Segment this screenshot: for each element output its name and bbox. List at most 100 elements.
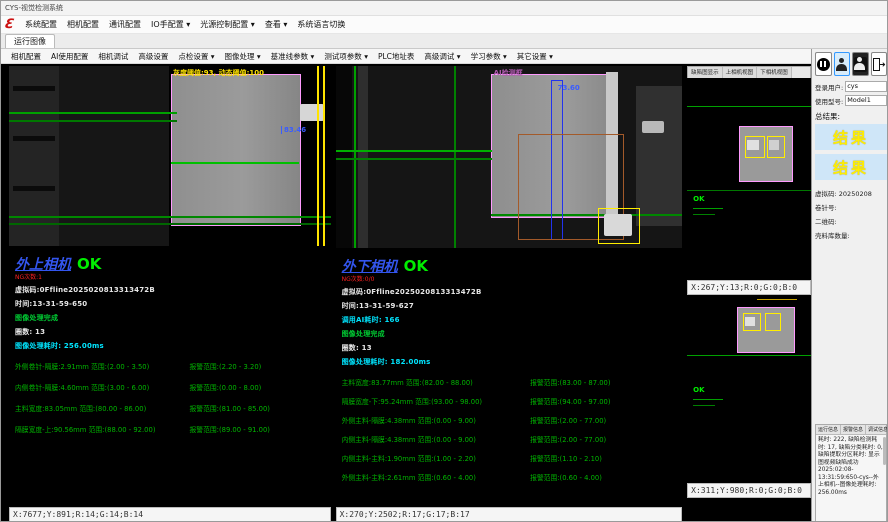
- measurement-text: 内侧主料-隔膜:4.38mm 范围:(0.00 - 9.00): [342, 434, 530, 444]
- alarm-range-text: 报警范围:(89.00 - 91.00): [189, 424, 269, 434]
- machine-column: [59, 66, 169, 246]
- toolbar-item[interactable]: 测试项参数 ▾: [320, 51, 372, 62]
- measurement-text: 主料宽度:83.05mm 范围:(80.00 - 86.00): [15, 403, 189, 413]
- toolbar-item[interactable]: 基准线参数 ▾: [267, 51, 319, 62]
- toolbar-item[interactable]: 高级设置: [134, 51, 172, 62]
- thumbnail-tab[interactable]: 缺陷图显示: [688, 67, 723, 78]
- coordinate-bar-thumb-2: X:311;Y:980;R:0;G:0;B:0: [687, 483, 811, 498]
- menu-bar: Ԑ 系统配置 相机配置 通讯配置 IO手配置 ▾ 光源控制配置 ▾ 查看 ▾ 系…: [1, 16, 887, 34]
- green-guide-line: [687, 106, 811, 107]
- thumbnail-view-1[interactable]: OK: [687, 78, 811, 280]
- camera-result: OK: [404, 257, 428, 275]
- threshold-note: 灰度阈值:93, 动态阈值:100: [173, 68, 264, 78]
- pause-button[interactable]: [815, 52, 832, 76]
- thumbnail-column: 缺陷图显示 上相机视图 下相机视图: [687, 66, 811, 522]
- menu-item[interactable]: 系统语言切换: [292, 18, 350, 31]
- measurement-text: 外侧卷针-隔膜:2.91mm 范围:(2.00 - 3.50): [15, 361, 189, 371]
- log-tab[interactable]: 运行信息: [816, 425, 841, 434]
- log-tabs: 运行信息 报警信息 调试信息: [816, 425, 886, 435]
- thumbnail-tabs: 缺陷图显示 上相机视图 下相机视图: [687, 66, 811, 78]
- toolbar-item[interactable]: 相机配置: [7, 51, 45, 62]
- log-tab[interactable]: 调试信息: [866, 425, 888, 434]
- switch-user-button[interactable]: [852, 52, 869, 76]
- toolbar-item[interactable]: 点检设置 ▾: [174, 51, 218, 62]
- ai-roi-label: AI检测框: [494, 68, 523, 78]
- measurement-row: 外侧主料-主料:2.61mm 范围:(0.60 - 4.00) 报警范围:(0.…: [342, 472, 679, 482]
- thumbnail-view-2[interactable]: OK: [687, 295, 811, 483]
- toolbar-item[interactable]: 图像处理 ▾: [221, 51, 265, 62]
- loop-count-line: 圈数: 13: [342, 343, 679, 353]
- camera-overlay-text-upper: 外上相机 OK NG次数:1 虚拟码:0Ffline20250208133134…: [9, 246, 331, 507]
- title-bar: CYS-视觉检测系统: [1, 1, 887, 16]
- alarm-range-text: 报警范围:(83.00 - 87.00): [530, 377, 610, 387]
- yellow-note-line: [757, 299, 797, 300]
- thumb-status-text: OK: [693, 196, 704, 203]
- app-window: CYS-视觉检测系统 Ԑ 系统配置 相机配置 通讯配置 IO手配置 ▾ 光源控制…: [0, 0, 888, 522]
- camera-panel-upper: 灰度阈值:93, 动态阈值:100 83.46 外上相机 OK NG次数:1 虚…: [9, 66, 331, 522]
- login-user-button[interactable]: [834, 52, 851, 76]
- measure-value-label: 83.46: [281, 126, 306, 134]
- measurement-text: 内侧主料-主料:1.90mm 范围:(1.00 - 2.20): [342, 453, 530, 463]
- exit-button[interactable]: ➜: [871, 52, 888, 76]
- thumbnail-tab[interactable]: 下相机视图: [757, 67, 792, 78]
- toolbar-item[interactable]: 高级调试 ▾: [420, 51, 464, 62]
- camera-image-lower[interactable]: AI检测框 73.60: [336, 66, 683, 248]
- ai-time-line: 调用AI耗时: 166: [342, 315, 679, 325]
- thumbnail-tab[interactable]: 上相机视图: [723, 67, 758, 78]
- process-time-line: 图像处理耗时: 182.00ms: [342, 357, 679, 367]
- log-scrollbar[interactable]: [883, 437, 886, 465]
- measurement-row: 外侧卷针-隔膜:2.91mm 范围:(2.00 - 3.50) 报警范围:(2.…: [15, 361, 327, 371]
- yellow-roi-rect: [765, 313, 781, 331]
- log-text[interactable]: 耗时: 222, 缺陷检测耗时: 17, 缺陷分类耗时: 0, 缺陷提取分区耗时…: [816, 435, 886, 521]
- measurement-text: 主料宽度:83.77mm 范围:(82.00 - 88.00): [342, 377, 530, 387]
- camera-result: OK: [77, 255, 101, 273]
- menu-item[interactable]: 系统配置: [20, 18, 62, 31]
- machine-slot: [13, 136, 55, 141]
- process-time-line: 图像处理耗时: 256.00ms: [15, 341, 327, 351]
- toolbar-item[interactable]: 相机调试: [94, 51, 132, 62]
- menu-item[interactable]: IO手配置 ▾: [146, 18, 195, 31]
- result-box-upper: 结果: [815, 124, 887, 150]
- result-box-lower: 结果: [815, 154, 887, 180]
- yellow-guide-line: [317, 66, 319, 246]
- alarm-range-text: 报警范围:(2.00 - 77.00): [530, 434, 606, 444]
- green-guide-line: [9, 216, 331, 218]
- measurement-row: 隔膜宽度-下:95.24mm 范围:(93.00 - 98.00) 报警范围:(…: [342, 396, 679, 406]
- info-field: 卷针号:: [815, 202, 887, 212]
- barcode-line: 虚拟码:0Ffline2025020813313472B: [15, 285, 327, 295]
- green-tick-text: [693, 405, 715, 406]
- user-icon: [836, 58, 847, 71]
- alarm-range-text: 报警范围:(94.00 - 97.00): [530, 396, 610, 406]
- green-guide-line: [454, 66, 456, 248]
- toolbar-item[interactable]: 学习参数 ▾: [467, 51, 511, 62]
- menu-item[interactable]: 相机配置: [62, 18, 104, 31]
- pause-icon: [817, 58, 830, 71]
- time-line: 时间:13-31-59-650: [15, 299, 327, 309]
- measurement-text: 外侧主料-主料:2.61mm 范围:(0.60 - 4.00): [342, 472, 530, 482]
- total-result-label: 总结果:: [815, 111, 887, 122]
- app-logo-icon: Ԑ: [4, 18, 15, 31]
- measurement-text: 隔膜宽度-上:90.56mm 范围:(88.00 - 92.00): [15, 424, 189, 434]
- model-value[interactable]: Model1: [845, 95, 887, 106]
- measurement-row: 主料宽度:83.77mm 范围:(82.00 - 88.00) 报警范围:(83…: [342, 377, 679, 387]
- login-user-value[interactable]: cys: [845, 81, 887, 92]
- green-tick-text: [693, 208, 723, 209]
- green-guide-line: [687, 190, 811, 191]
- menu-item[interactable]: 通讯配置: [104, 18, 146, 31]
- toolbar-item[interactable]: AI使用配置: [47, 51, 92, 62]
- info-field: 二维码:: [815, 216, 887, 226]
- alarm-range-text: 报警范围:(0.00 - 8.00): [189, 382, 261, 392]
- log-tab[interactable]: 报警信息: [841, 425, 866, 434]
- machine-column: [336, 66, 352, 248]
- menu-item[interactable]: 光源控制配置 ▾: [195, 18, 260, 31]
- toolbar: 相机配置 AI使用配置 相机调试 高级设置 点检设置 ▾ 图像处理 ▾ 基准线参…: [1, 49, 811, 64]
- tab-run-image[interactable]: 运行图像: [5, 34, 55, 48]
- info-fields: 虚拟码: 20250208 卷针号: 二维码: 壳料库数量:: [815, 184, 887, 244]
- green-tick-text: [693, 214, 715, 215]
- toolbar-item[interactable]: PLC地址表: [374, 51, 418, 62]
- measurement-text: 隔膜宽度-下:95.24mm 范围:(93.00 - 98.00): [342, 396, 530, 406]
- menu-item[interactable]: 查看 ▾: [260, 18, 293, 31]
- toolbar-item[interactable]: 其它设置 ▾: [513, 51, 557, 62]
- process-done-line: 图像处理完成: [15, 313, 327, 323]
- camera-image-upper[interactable]: 灰度阈值:93, 动态阈值:100 83.46: [9, 66, 331, 246]
